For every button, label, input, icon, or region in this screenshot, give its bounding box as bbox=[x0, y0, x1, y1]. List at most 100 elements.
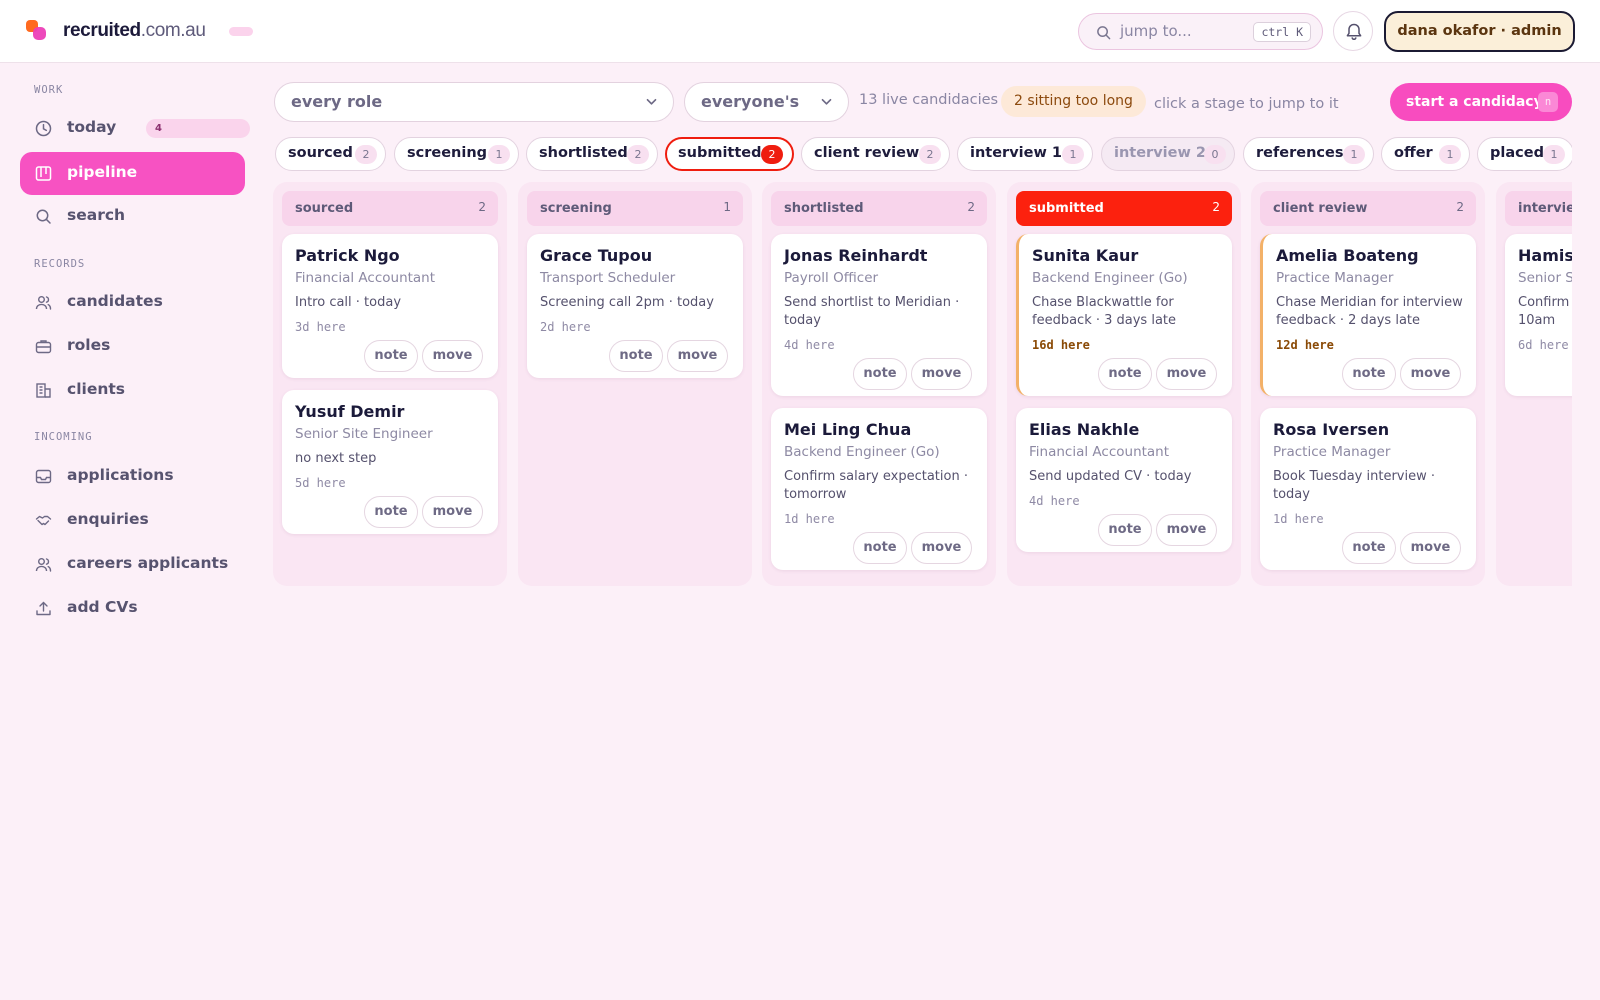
candidate-card[interactable]: Rosa Iversen Practice Manager Book Tuesd… bbox=[1260, 408, 1476, 570]
candidate-role: Practice Manager bbox=[1276, 270, 1394, 286]
candidate-card[interactable]: Amelia Boateng Practice Manager Chase Me… bbox=[1260, 234, 1476, 396]
stage-chip-references[interactable]: references 1 bbox=[1243, 137, 1374, 171]
move-button[interactable]: move bbox=[1156, 358, 1217, 390]
column-title: submitted bbox=[1029, 201, 1104, 216]
column-title: sourced bbox=[295, 201, 354, 216]
column-header[interactable]: interview 1 1 bbox=[1505, 191, 1572, 226]
move-button[interactable]: move bbox=[1400, 358, 1461, 390]
brand-logo-icon[interactable] bbox=[26, 20, 48, 42]
column-header[interactable]: shortlisted 2 bbox=[771, 191, 987, 226]
role-filter-select[interactable]: every role bbox=[274, 82, 674, 122]
time-in-stage: 1d here bbox=[784, 512, 835, 526]
move-button[interactable]: move bbox=[422, 340, 483, 372]
note-button[interactable]: note bbox=[1342, 358, 1396, 390]
user-menu-button[interactable]: dana okafor · admin bbox=[1384, 11, 1575, 52]
nav-item-pipeline[interactable]: pipeline bbox=[20, 152, 245, 195]
nav-item-label: careers applicants bbox=[67, 554, 229, 572]
candidate-name: Hamish Reid bbox=[1518, 246, 1572, 265]
note-button[interactable]: note bbox=[364, 496, 418, 528]
candidate-name: Patrick Ngo bbox=[295, 246, 400, 265]
nav-item-today[interactable]: today 4 bbox=[20, 107, 250, 150]
note-button[interactable]: note bbox=[1098, 358, 1152, 390]
stage-chip-count: 2 bbox=[761, 145, 783, 164]
column-header[interactable]: screening 1 bbox=[527, 191, 743, 226]
nav-item-add-cvs[interactable]: add CVs bbox=[20, 587, 245, 630]
nav-item-label: pipeline bbox=[67, 163, 138, 181]
next-step: Intro call · today bbox=[295, 295, 402, 310]
note-button[interactable]: note bbox=[1342, 532, 1396, 564]
next-step: Send shortlist to Meridian · today bbox=[784, 295, 960, 328]
stage-chip-screening[interactable]: screening 1 bbox=[394, 137, 519, 171]
move-button[interactable]: move bbox=[1156, 514, 1217, 546]
search-icon bbox=[36, 209, 51, 224]
notifications-button[interactable] bbox=[1333, 11, 1373, 51]
note-button[interactable]: note bbox=[364, 340, 418, 372]
candidate-card[interactable]: Elias Nakhle Financial Accountant Send u… bbox=[1016, 408, 1232, 552]
nav-item-applications[interactable]: applications bbox=[20, 455, 245, 498]
stage-chip-interview-1[interactable]: interview 1 1 bbox=[957, 137, 1093, 171]
stage-chip-bar: sourced 2 screening 1 shortlisted 2 subm… bbox=[275, 137, 1572, 171]
role-filter-value: every role bbox=[291, 92, 383, 111]
stage-chip-placed[interactable]: placed 1 bbox=[1477, 137, 1572, 171]
note-button[interactable]: note bbox=[1098, 514, 1152, 546]
nav-item-enquiries[interactable]: enquiries bbox=[20, 499, 245, 542]
jump-search-input[interactable]: jump to... ctrl K bbox=[1078, 13, 1323, 50]
stage-chip-interview-2[interactable]: interview 2 0 bbox=[1101, 137, 1235, 171]
stale-candidacies-badge[interactable]: 2 sitting too long bbox=[1001, 86, 1146, 117]
owner-filter-select[interactable]: everyone's bbox=[684, 82, 849, 122]
move-button[interactable]: move bbox=[422, 496, 483, 528]
note-button[interactable]: note bbox=[853, 532, 907, 564]
stage-chip-submitted[interactable]: submitted 2 bbox=[665, 137, 794, 171]
next-step: no next step bbox=[295, 451, 377, 466]
stage-chip-count: 1 bbox=[1439, 145, 1461, 164]
column-title: client review bbox=[1273, 201, 1368, 216]
stage-chip-shortlisted[interactable]: shortlisted 2 bbox=[526, 137, 658, 171]
stage-chip-label: interview 1 bbox=[970, 145, 1062, 161]
move-button[interactable]: move bbox=[667, 340, 728, 372]
candidate-role: Financial Accountant bbox=[1029, 444, 1170, 460]
move-button[interactable]: move bbox=[1400, 532, 1461, 564]
nav-item-candidates[interactable]: candidates bbox=[20, 281, 245, 324]
start-candidacy-button[interactable]: start a candidacy n bbox=[1390, 83, 1572, 121]
candidate-card[interactable]: Sunita Kaur Backend Engineer (Go) Chase … bbox=[1016, 234, 1232, 396]
nav-item-roles[interactable]: roles bbox=[20, 325, 245, 368]
column-count: 2 bbox=[478, 200, 486, 214]
column-title: shortlisted bbox=[784, 201, 864, 216]
move-button[interactable]: move bbox=[911, 358, 972, 390]
candidate-card[interactable]: Hamish Reid Senior Site Engineer Confirm… bbox=[1505, 234, 1572, 396]
candidate-role: Senior Site Engineer bbox=[1518, 270, 1572, 286]
brand-name[interactable]: recruited.com.au bbox=[63, 20, 206, 42]
search-icon bbox=[1097, 26, 1111, 40]
candidate-role: Practice Manager bbox=[1273, 444, 1391, 460]
column-shortlisted: shortlisted 2 Jonas Reinhardt Payroll Of… bbox=[762, 182, 996, 586]
candidate-name: Amelia Boateng bbox=[1276, 246, 1419, 265]
column-title: interview 1 bbox=[1518, 201, 1572, 216]
candidate-name: Yusuf Demir bbox=[295, 402, 405, 421]
candidate-card[interactable]: Jonas Reinhardt Payroll Officer Send sho… bbox=[771, 234, 987, 396]
column-header[interactable]: sourced 2 bbox=[282, 191, 498, 226]
search-shortcut-hint: ctrl K bbox=[1253, 22, 1311, 42]
candidate-card[interactable]: Patrick Ngo Financial Accountant Intro c… bbox=[282, 234, 498, 378]
time-in-stage: 2d here bbox=[540, 320, 591, 334]
nav-item-clients[interactable]: clients bbox=[20, 369, 245, 412]
nav-item-search[interactable]: search bbox=[20, 195, 245, 238]
stage-chip-label: placed bbox=[1490, 145, 1544, 161]
move-button[interactable]: move bbox=[911, 532, 972, 564]
note-button[interactable]: note bbox=[853, 358, 907, 390]
candidate-card[interactable]: Yusuf Demir Senior Site Engineer no next… bbox=[282, 390, 498, 534]
column-count: 2 bbox=[1212, 200, 1220, 214]
candidate-card[interactable]: Mei Ling Chua Backend Engineer (Go) Conf… bbox=[771, 408, 987, 570]
section-label-work: WORK bbox=[34, 84, 64, 96]
column-header[interactable]: client review 2 bbox=[1260, 191, 1476, 226]
search-placeholder: jump to... bbox=[1120, 22, 1192, 40]
candidate-card[interactable]: Grace Tupou Transport Scheduler Screenin… bbox=[527, 234, 743, 378]
column-header[interactable]: submitted 2 bbox=[1016, 191, 1232, 226]
stage-chip-sourced[interactable]: sourced 2 bbox=[275, 137, 386, 171]
sidebar: WORK today 4 pipeline search RECORDS can… bbox=[0, 64, 265, 1000]
stage-chip-offer[interactable]: offer 1 bbox=[1381, 137, 1470, 171]
stage-chip-client-review[interactable]: client review 2 bbox=[801, 137, 950, 171]
column-interview-1: interview 1 1 Hamish Reid Senior Site En… bbox=[1496, 182, 1572, 586]
nav-item-careers-applicants[interactable]: careers applicants bbox=[20, 543, 245, 586]
note-button[interactable]: note bbox=[609, 340, 663, 372]
today-count-badge: 4 bbox=[146, 119, 250, 138]
